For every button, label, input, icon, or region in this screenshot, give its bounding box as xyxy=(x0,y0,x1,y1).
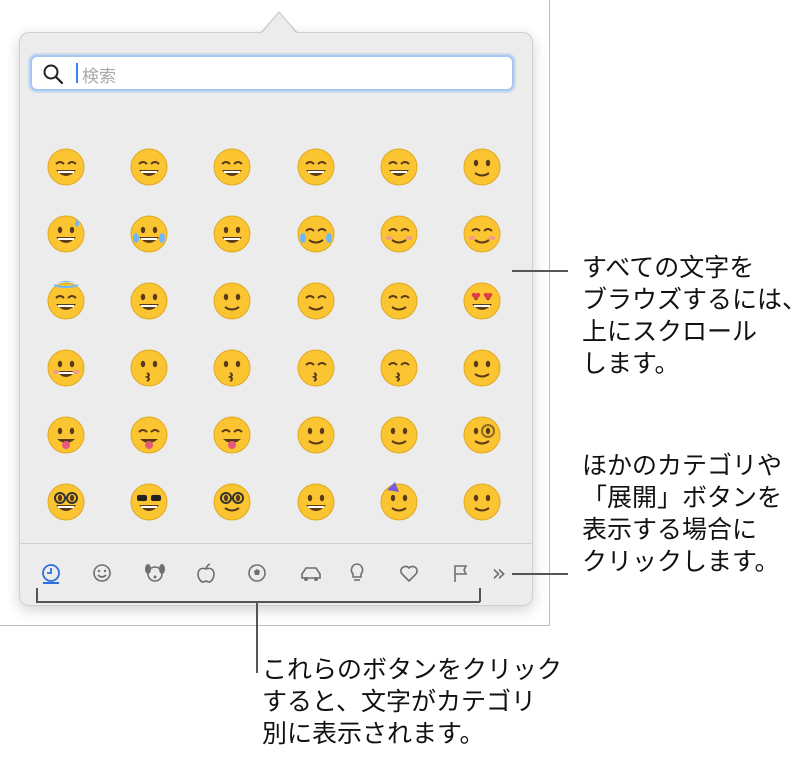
tab-recent-icon[interactable] xyxy=(38,561,64,585)
callout-scroll-line: すべての文字を xyxy=(582,253,755,282)
callout-categories-line: 別に表示されます。 xyxy=(262,719,485,748)
character-viewer-popover: 検索 » xyxy=(19,32,533,606)
symbols-icon xyxy=(400,565,418,583)
emoji-joy[interactable] xyxy=(129,214,169,254)
tab-objects-icon[interactable] xyxy=(344,561,370,585)
tab-activity-icon[interactable] xyxy=(244,561,270,585)
emoji-nerd[interactable] xyxy=(46,482,86,522)
callout-scroll: すべての文字を ブラウズするには、 上にスクロール します。 xyxy=(582,252,807,380)
callout-scroll-line: ブラウズするには、 xyxy=(582,285,808,314)
emoji-partying[interactable] xyxy=(379,482,419,522)
objects-icon xyxy=(350,563,364,581)
emoji-rofl[interactable] xyxy=(212,214,252,254)
emoji-yum[interactable] xyxy=(462,348,502,388)
expand-button[interactable]: » xyxy=(486,561,512,585)
callout-expand: ほかのカテゴリや 「展開」ボタンを 表示する場合に クリックします。 xyxy=(582,450,782,578)
emoji-kissing[interactable] xyxy=(212,348,252,388)
emoji-shaking-face[interactable] xyxy=(462,482,502,522)
emoji-kissing-smiling-eyes[interactable] xyxy=(296,348,336,388)
emoji-grid xyxy=(20,33,532,543)
emoji-kissing-closed-eyes[interactable] xyxy=(379,348,419,388)
callout-scroll-line: 上にスクロール xyxy=(582,317,758,346)
activity-icon xyxy=(248,564,266,582)
emoji-disguised[interactable] xyxy=(212,482,252,522)
emoji-zany[interactable] xyxy=(296,415,336,455)
tab-animals-icon[interactable] xyxy=(142,561,168,585)
callout-expand-line: ほかのカテゴリや xyxy=(582,451,783,480)
callout-expand-line: 表示する場合に xyxy=(582,515,758,544)
recent-icon xyxy=(42,564,60,584)
tab-food-icon[interactable] xyxy=(193,561,219,585)
tab-flags-icon[interactable] xyxy=(448,561,474,585)
emoji-wink[interactable] xyxy=(296,281,336,321)
emoji-sunglasses[interactable] xyxy=(129,482,169,522)
callout-line-scroll xyxy=(512,270,568,272)
emoji-star-struck[interactable] xyxy=(296,482,336,522)
callout-categories: これらのボタンをクリック すると、文字がカテゴリ 別に表示されます。 xyxy=(262,654,562,750)
emoji-innocent[interactable] xyxy=(46,281,86,321)
bracket-bottom xyxy=(36,601,480,603)
emoji-slight-smile[interactable] xyxy=(129,281,169,321)
emoji-sweat-smile[interactable] xyxy=(46,214,86,254)
emoji-smiling-hearts[interactable] xyxy=(46,348,86,388)
emoji-monocle[interactable] xyxy=(462,415,502,455)
emoji-smile[interactable] xyxy=(212,147,252,187)
bracket-right xyxy=(479,588,481,602)
callout-categories-line: これらのボタンをクリック xyxy=(262,655,563,684)
flags-icon xyxy=(454,565,468,582)
popover-arrow-fill xyxy=(261,13,297,34)
emoji-wink-tongue[interactable] xyxy=(212,415,252,455)
emoji-heart-eyes[interactable] xyxy=(462,281,502,321)
smileys-icon xyxy=(93,564,111,582)
tab-travel-icon[interactable] xyxy=(298,561,324,585)
emoji-raised-eyebrow[interactable] xyxy=(379,415,419,455)
emoji-pleading[interactable] xyxy=(462,147,502,187)
callout-line-categories xyxy=(256,601,258,673)
emoji-tongue[interactable] xyxy=(46,415,86,455)
animals-icon xyxy=(145,564,165,582)
emoji-relieved[interactable] xyxy=(379,281,419,321)
tab-smileys-icon[interactable] xyxy=(89,561,115,585)
travel-icon xyxy=(301,567,321,581)
emoji-holding-tears[interactable] xyxy=(296,214,336,254)
emoji-laughing[interactable] xyxy=(379,147,419,187)
emoji-squint-tongue[interactable] xyxy=(129,415,169,455)
callout-expand-line: クリックします。 xyxy=(582,547,780,576)
bracket-left xyxy=(36,588,38,602)
callout-categories-line: すると、文字がカテゴリ xyxy=(262,687,537,716)
emoji-grinning[interactable] xyxy=(46,147,86,187)
emoji-relaxed[interactable] xyxy=(379,214,419,254)
emoji-kissing-heart[interactable] xyxy=(129,348,169,388)
emoji-grin[interactable] xyxy=(296,147,336,187)
tab-symbols-icon[interactable] xyxy=(396,561,422,585)
callout-scroll-line: します。 xyxy=(582,349,680,378)
tab-bar-divider xyxy=(20,543,532,544)
callout-line-expand xyxy=(512,573,568,575)
emoji-blush[interactable] xyxy=(462,214,502,254)
food-icon xyxy=(197,563,215,583)
emoji-upside-down[interactable] xyxy=(212,281,252,321)
emoji-smiley[interactable] xyxy=(129,147,169,187)
callout-expand-line: 「展開」ボタンを xyxy=(582,483,783,512)
